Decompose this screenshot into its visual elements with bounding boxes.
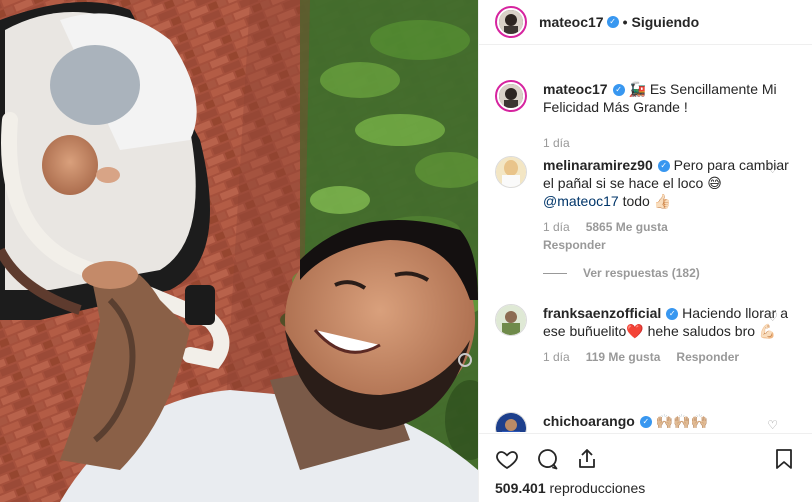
comment-item: franksaenzofficial ✓ Haciendo llorar a es… [495,304,796,364]
caption-avatar[interactable] [495,80,527,112]
follow-status-button[interactable]: Siguiendo [632,14,700,30]
comment-button[interactable] [535,445,575,473]
caption-time[interactable]: 1 día [543,136,570,150]
comment-item: melinaramirez90 ✓ Pero para cambiar el pa… [495,156,796,280]
verified-icon: ✓ [612,84,625,97]
caption-emoji: 🚂 [628,81,646,97]
comment-text-end: todo 👍🏻 [618,193,672,209]
caption-username[interactable]: mateoc17 [543,81,608,97]
like-button[interactable] [495,445,535,473]
comment-icon [538,449,558,470]
like-comment-heart-icon[interactable]: ♡ [767,418,778,432]
video-frame [0,0,478,502]
save-button[interactable] [756,445,796,473]
caption: mateoc17 ✓ 🚂 Es Sencillamente Mi Felicida… [495,80,796,150]
comment-likes[interactable]: 119 Me gusta [586,350,661,364]
commenter-username[interactable]: melinaramirez90 [543,157,653,173]
views-number: 509.401 [495,480,546,496]
share-icon [579,449,595,468]
reply-button[interactable]: Responder [543,238,606,252]
comment-time[interactable]: 1 día [543,350,570,364]
bookmark-icon [776,449,792,469]
views-label: reproducciones [549,480,646,496]
commenter-avatar[interactable] [495,304,527,336]
verified-icon: ✓ [639,416,652,429]
post-sidebar: mateoc17 ✓ • Siguiendo mateoc17 ✓ 🚂 Es Se… [478,0,812,502]
separator-dot: • [622,14,628,30]
share-button[interactable] [575,445,615,473]
replies-divider [543,272,567,274]
post-header: mateoc17 ✓ • Siguiendo [479,0,812,45]
commenter-username[interactable]: franksaenzofficial [543,305,661,321]
like-comment-heart-icon[interactable]: ♡ [767,162,778,176]
like-comment-heart-icon[interactable]: ♡ [767,310,778,324]
comment-text: 🙌🏼🙌🏼🙌🏼 [655,413,708,429]
verified-icon: ✓ [606,16,619,28]
reply-button[interactable]: Responder [676,350,739,364]
author-avatar[interactable] [495,6,527,38]
mention-link[interactable]: @mateoc17 [543,193,619,209]
heart-icon [496,451,518,470]
author-username[interactable]: mateoc17 [539,14,604,30]
comment-item: chichoarango ✓ 🙌🏼🙌🏼🙌🏼 ♡ [495,412,796,432]
comment-time[interactable]: 1 día [543,220,570,234]
verified-icon: ✓ [666,308,679,321]
verified-icon: ✓ [657,160,670,173]
view-replies-label[interactable]: Ver respuestas (182) [583,266,700,280]
action-bar: 509.401 reproducciones [479,433,812,502]
comments-list[interactable]: mateoc17 ✓ 🚂 Es Sencillamente Mi Felicida… [479,62,812,432]
comment-likes[interactable]: 5865 Me gusta [586,220,668,234]
view-replies-button[interactable]: Ver respuestas (182) [543,266,796,280]
video-player[interactable] [0,0,478,502]
views-count[interactable]: 509.401 reproducciones [495,480,796,496]
commenter-avatar[interactable] [495,412,527,432]
commenter-avatar[interactable] [495,156,527,188]
commenter-username[interactable]: chichoarango [543,413,635,429]
